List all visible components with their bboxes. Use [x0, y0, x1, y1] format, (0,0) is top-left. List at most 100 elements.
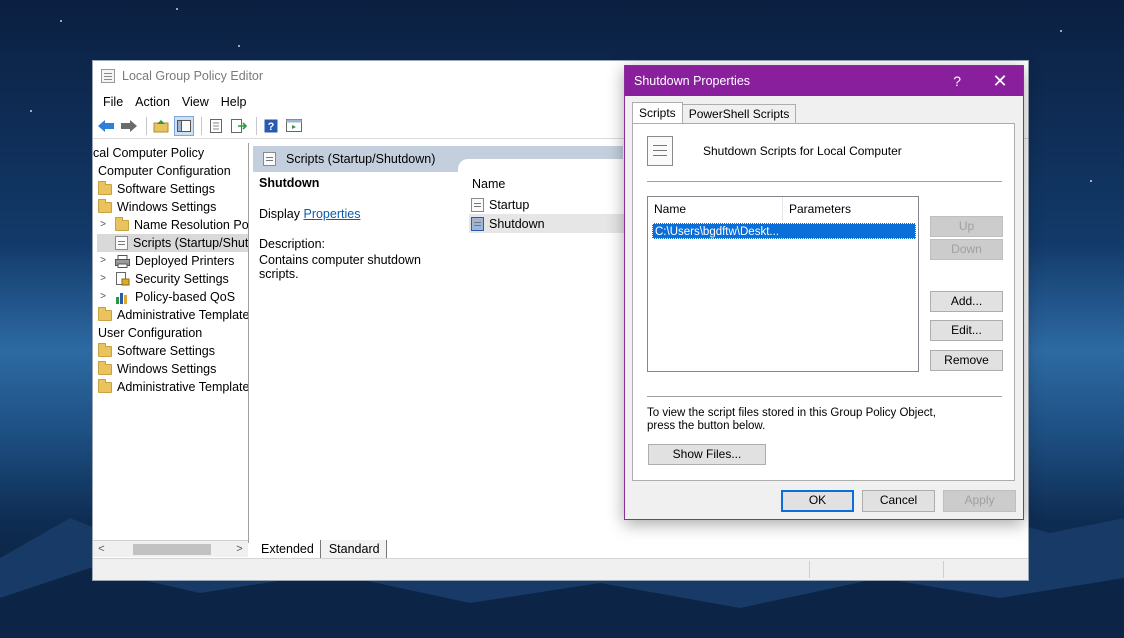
tree-item-computer-configuration[interactable]: Computer Configuration: [98, 162, 231, 180]
scroll-left-icon[interactable]: <: [93, 541, 110, 558]
list-item-startup[interactable]: Startup: [469, 195, 629, 214]
help-button[interactable]: ?: [953, 73, 961, 89]
tree-item-user-software-settings[interactable]: Software Settings: [98, 342, 215, 360]
script-icon: [115, 236, 128, 250]
apply-button[interactable]: Apply: [943, 490, 1016, 512]
shutdown-properties-dialog: Shutdown Properties ? ✕ Scripts PowerShe…: [624, 65, 1024, 520]
script-icon: [647, 136, 673, 166]
properties-page-icon[interactable]: [206, 116, 226, 136]
selected-item-title: Shutdown: [259, 176, 320, 190]
tree-item-user-administrative-templates[interactable]: Administrative Template:: [98, 378, 249, 396]
name-column-header[interactable]: Name: [469, 173, 629, 195]
tab-extended[interactable]: Extended: [253, 540, 321, 558]
extended-description-pane: Shutdown Display Properties Description:…: [259, 176, 459, 281]
tree-item-label: Computer Configuration: [98, 164, 231, 178]
description-text: Contains computer shutdown scripts.: [259, 253, 421, 281]
expand-chevron-icon[interactable]: >: [97, 270, 109, 288]
folder-icon: [98, 360, 112, 375]
tree-item-label: Policy-based QoS: [135, 290, 236, 304]
view-tabs: Extended Standard: [253, 540, 387, 558]
script-path: C:\Users\bgdftw\Deskt...: [655, 226, 779, 238]
window-title: Local Group Policy Editor: [122, 69, 264, 83]
list-item-shutdown[interactable]: Shutdown: [469, 214, 629, 233]
tree-item-administrative-templates[interactable]: Administrative Template:: [98, 306, 249, 324]
content-header-title: Scripts (Startup/Shutdown): [286, 152, 436, 166]
show-files-button[interactable]: Show Files...: [648, 444, 766, 465]
tree-item-label: Software Settings: [117, 344, 215, 358]
back-icon[interactable]: [96, 116, 116, 136]
toolbar-separator: [146, 116, 147, 135]
panel-header-text: Shutdown Scripts for Local Computer: [703, 144, 902, 158]
tree-item-scripts-startup-shutdown[interactable]: Scripts (Startup/Shutd: [97, 234, 248, 252]
table-row[interactable]: C:\Users\bgdftw\Deskt...: [652, 223, 916, 239]
script-icon: [471, 216, 484, 231]
divider: [647, 181, 1002, 182]
tree-item-label: cal Computer Policy: [93, 146, 205, 160]
tree-item-label: Administrative Template:: [117, 380, 249, 394]
script-icon: [471, 197, 484, 212]
tree-horizontal-scrollbar[interactable]: < >: [93, 540, 248, 557]
panel-header: Shutdown Scripts for Local Computer: [647, 136, 902, 166]
tree-item-user-windows-settings[interactable]: Windows Settings: [98, 360, 216, 378]
folder-icon: [98, 198, 112, 213]
show-files-note: To view the script files stored in this …: [647, 407, 936, 432]
printer-icon: [115, 254, 130, 268]
menu-action[interactable]: Action: [129, 95, 176, 109]
filter-view-icon[interactable]: [284, 116, 304, 136]
menu-file[interactable]: File: [97, 95, 129, 109]
column-parameters[interactable]: Parameters: [783, 197, 918, 221]
add-button[interactable]: Add...: [930, 291, 1003, 312]
status-divider: [809, 561, 810, 578]
list-item-label: Shutdown: [489, 216, 545, 231]
scrollbar-thumb[interactable]: [133, 544, 211, 555]
scripts-listview[interactable]: Name Parameters C:\Users\bgdftw\Deskt...: [647, 196, 919, 372]
up-button[interactable]: Up: [930, 216, 1003, 237]
menu-view[interactable]: View: [176, 95, 215, 109]
script-icon: [263, 152, 276, 166]
dialog-titlebar: Shutdown Properties ? ✕: [625, 66, 1023, 96]
folder-icon: [98, 342, 112, 357]
tree-item-name-resolution-policy[interactable]: > Name Resolution Pol: [97, 216, 249, 234]
tree-item-deployed-printers[interactable]: > Deployed Printers: [97, 252, 234, 270]
scripts-list: Name Startup Shutdown: [469, 173, 629, 233]
expand-chevron-icon[interactable]: >: [97, 216, 109, 234]
expand-chevron-icon[interactable]: >: [97, 252, 109, 270]
forward-icon[interactable]: [119, 116, 139, 136]
policy-editor-icon: [101, 69, 115, 83]
tab-scripts[interactable]: Scripts: [632, 102, 683, 123]
chart-icon: [116, 292, 127, 304]
navigation-tree: cal Computer Policy Computer Configurati…: [93, 143, 249, 543]
tree-item-policy-based-qos[interactable]: > Policy-based QoS: [97, 288, 235, 306]
show-hide-tree-icon[interactable]: [174, 115, 194, 136]
tree-item-label: User Configuration: [98, 326, 203, 340]
tree-item-label: Name Resolution Pol: [134, 218, 249, 232]
column-name[interactable]: Name: [648, 196, 783, 221]
export-list-icon[interactable]: [229, 116, 249, 136]
expand-chevron-icon[interactable]: >: [97, 288, 109, 306]
tree-item-label: Administrative Template:: [117, 308, 249, 322]
tab-standard[interactable]: Standard: [320, 540, 387, 558]
properties-link[interactable]: Properties: [303, 207, 360, 221]
tree-item-software-settings[interactable]: Software Settings: [98, 180, 215, 198]
tab-powershell-scripts[interactable]: PowerShell Scripts: [681, 104, 797, 124]
tree-item-label: Windows Settings: [117, 200, 217, 214]
tree-item-security-settings[interactable]: > Security Settings: [97, 270, 229, 288]
edit-button[interactable]: Edit...: [930, 320, 1003, 341]
ok-button[interactable]: OK: [781, 490, 854, 512]
remove-button[interactable]: Remove: [930, 350, 1003, 371]
close-button[interactable]: ✕: [985, 69, 1015, 93]
toolbar-separator: [201, 116, 202, 135]
dialog-title: Shutdown Properties: [634, 74, 751, 88]
tree-item-user-configuration[interactable]: User Configuration: [98, 324, 202, 342]
tree-item-windows-settings[interactable]: Windows Settings: [98, 198, 216, 216]
up-folder-icon[interactable]: [151, 116, 171, 136]
scroll-right-icon[interactable]: >: [231, 541, 248, 558]
tree-item-local-computer-policy[interactable]: cal Computer Policy: [93, 144, 204, 162]
cancel-button[interactable]: Cancel: [862, 490, 935, 512]
menu-help[interactable]: Help: [215, 95, 253, 109]
description-label: Description:: [259, 237, 325, 251]
security-icon: [116, 272, 130, 286]
status-divider: [943, 561, 944, 578]
help-icon[interactable]: ?: [261, 116, 281, 136]
down-button[interactable]: Down: [930, 239, 1003, 260]
